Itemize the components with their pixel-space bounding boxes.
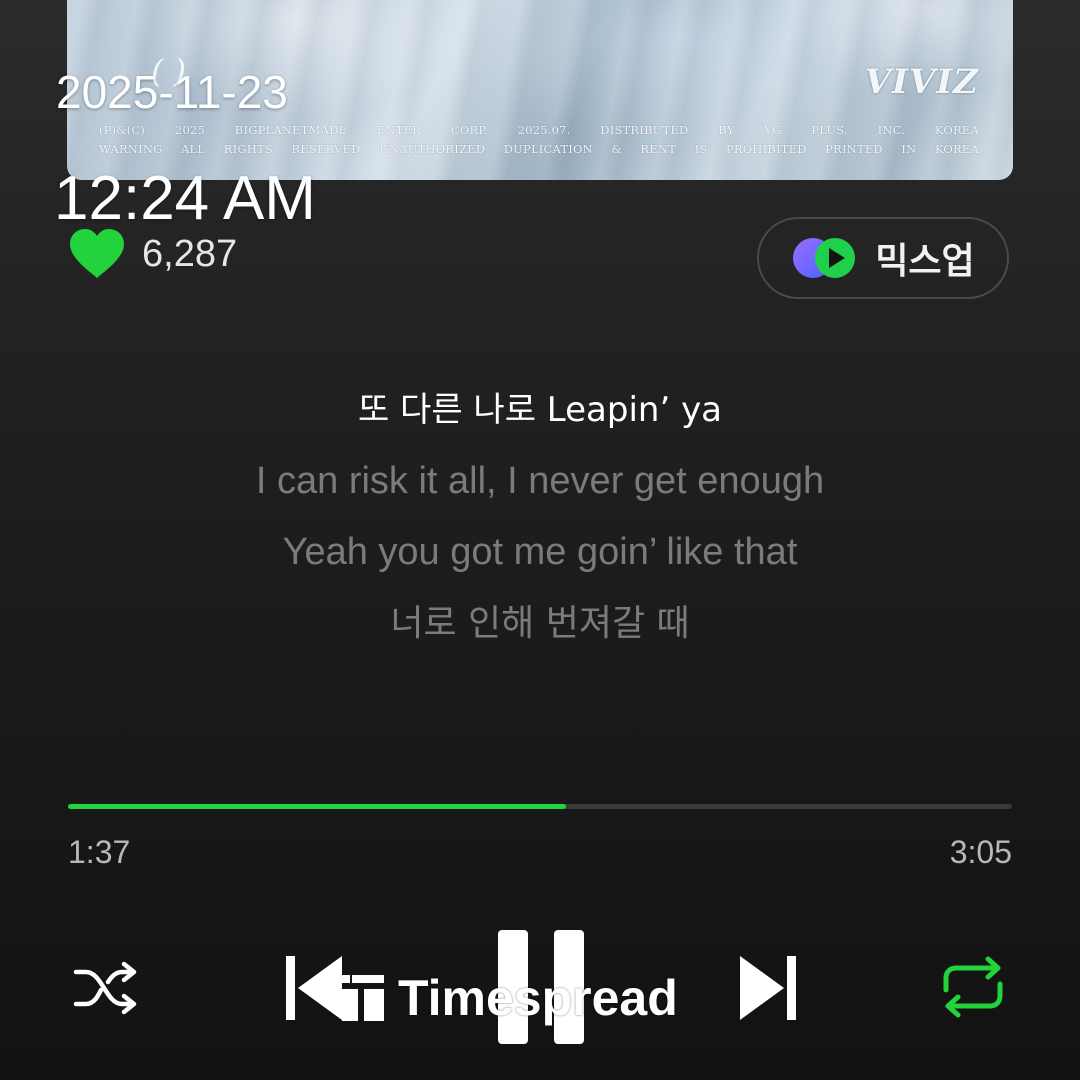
watermark-logo-icon [338, 973, 386, 1023]
progress-bar[interactable] [68, 804, 1012, 809]
music-player-screen: ( ) VIVIZ (P)&(C) 2025 BIGPLANETMADE ENT… [0, 0, 1080, 1080]
overlay-time: 12:24 AM [54, 164, 316, 233]
mixup-button[interactable]: 믹스업 [757, 217, 1009, 299]
skip-previous-icon [284, 956, 344, 1028]
lyric-line[interactable]: I can risk it all, I never get enough [0, 451, 1080, 522]
album-credits-line: WARNING ALL RIGHTS RESERVED UNAUTHORIZED… [99, 142, 979, 156]
time-total: 3:05 [949, 834, 1012, 870]
heart-icon[interactable] [68, 228, 126, 280]
mixup-label: 믹스업 [875, 241, 975, 282]
like-group: 6,287 [68, 228, 237, 280]
lyric-line[interactable]: Yeah you got me goin’ like that [0, 522, 1080, 593]
repeat-icon [940, 956, 1006, 1022]
like-count: 6,287 [142, 232, 238, 275]
shuffle-button[interactable] [72, 960, 140, 1016]
time-elapsed: 1:37 [68, 834, 131, 870]
album-credits-line: (P)&(C) 2025 BIGPLANETMADE ENTER CORP. 2… [99, 123, 979, 137]
lyrics-panel[interactable]: 또 다른 나로 Leapin’ ya I can risk it all, I … [0, 380, 1080, 664]
skip-next-icon [738, 956, 798, 1028]
album-credits: (P)&(C) 2025 BIGPLANETMADE ENTER CORP. 2… [99, 121, 979, 159]
mixup-icon [791, 236, 861, 280]
overlay-date: 2025-11-23 [56, 66, 288, 118]
previous-button[interactable] [284, 952, 344, 1024]
pause-icon [498, 930, 584, 1048]
lyric-line[interactable]: 너로 인해 번져갈 때 [0, 593, 1080, 664]
album-logo: VIVIZ [864, 62, 979, 102]
lyric-line-current[interactable]: 또 다른 나로 Leapin’ ya [0, 380, 1080, 451]
progress-fill [68, 804, 567, 809]
shuffle-icon [72, 961, 140, 1020]
next-button[interactable] [738, 952, 798, 1024]
repeat-button[interactable] [940, 956, 1006, 1018]
watermark: Timespread [338, 968, 678, 1028]
watermark-text: Timespread [398, 970, 678, 1026]
